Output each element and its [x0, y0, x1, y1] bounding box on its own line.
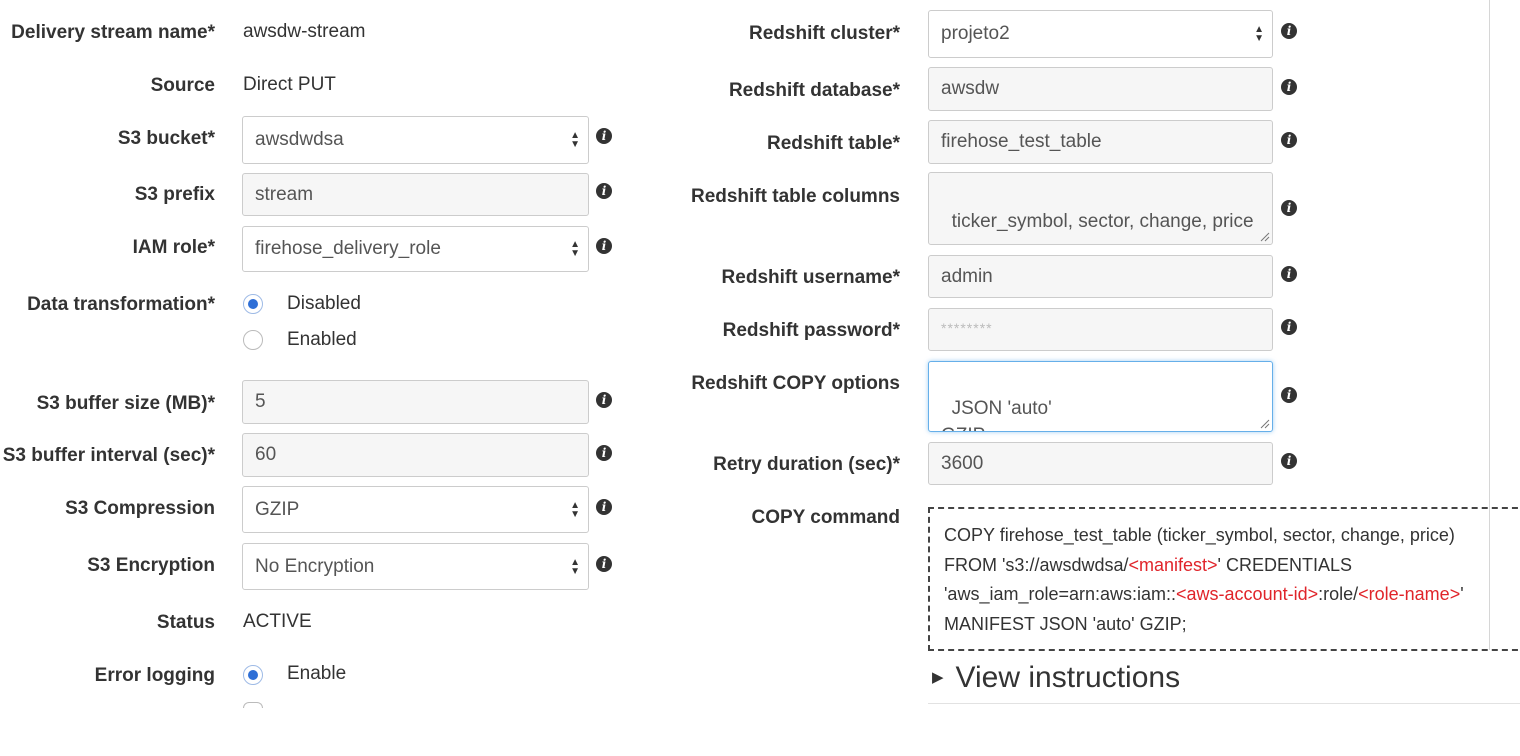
info-icon[interactable]: i — [1281, 266, 1297, 282]
select-arrows-icon: ▲ ▼ — [1254, 24, 1264, 44]
redshift-database-input-value: awsdw — [941, 78, 1000, 99]
redshift-table-label: Redshift table* — [766, 133, 900, 154]
info-icon[interactable]: i — [596, 238, 612, 254]
data-transformation-disabled-radio[interactable] — [243, 294, 263, 314]
copy-command-line: 'aws_iam_role=arn:aws:iam::<aws-account-… — [944, 584, 1464, 604]
redshift-cluster-select[interactable]: projeto2 ▲ ▼ — [928, 10, 1273, 58]
select-arrows-icon: ▲ ▼ — [570, 556, 580, 577]
s3-encryption-label: S3 Encryption — [87, 555, 215, 576]
info-icon[interactable]: i — [596, 183, 612, 199]
redshift-username-label: Redshift username* — [721, 267, 900, 288]
aws-account-id-placeholder: <aws-account-id> — [1176, 584, 1319, 604]
redshift-password-input-value: ******** — [941, 320, 993, 336]
redshift-copy-options-textarea[interactable]: JSON 'auto' GZIP — [928, 361, 1273, 432]
info-icon[interactable]: i — [1281, 387, 1297, 403]
s3-prefix-label: S3 prefix — [134, 184, 215, 205]
s3-bucket-label: S3 bucket* — [117, 128, 215, 149]
s3-buffer-size-input-value: 5 — [255, 391, 266, 412]
data-transformation-disabled-label: Disabled — [287, 293, 361, 314]
delivery-stream-name-value: awsdw-stream — [243, 21, 366, 42]
info-icon[interactable]: i — [596, 128, 612, 144]
info-icon[interactable]: i — [1281, 319, 1297, 335]
info-icon[interactable]: i — [1281, 453, 1297, 469]
info-icon[interactable]: i — [1281, 200, 1297, 216]
resize-handle-icon[interactable] — [1260, 232, 1270, 242]
copy-command-preview: COPY firehose_test_table (ticker_symbol,… — [928, 507, 1520, 651]
copy-command-label: COPY command — [751, 507, 900, 528]
redshift-copy-options-textarea-value: JSON 'auto' GZIP — [941, 398, 1052, 431]
manifest-placeholder: <manifest> — [1128, 554, 1218, 575]
retry-duration-input-value: 3600 — [941, 453, 984, 474]
s3-encryption-select[interactable]: No Encryption ▲ ▼ — [242, 543, 589, 590]
redshift-cluster-select-value: projeto2 — [941, 23, 1010, 44]
data-transformation-label: Data transformation* — [27, 294, 215, 315]
section-divider — [928, 703, 1520, 704]
error-logging-enable-radio[interactable] — [243, 665, 263, 685]
s3-buffer-size-label: S3 buffer size (MB)* — [36, 393, 215, 414]
redshift-password-input[interactable]: ******** — [928, 308, 1273, 351]
redshift-username-input-value: admin — [941, 266, 993, 287]
info-icon[interactable]: i — [596, 556, 612, 572]
iam-role-select[interactable]: firehose_delivery_role ▲ ▼ — [242, 226, 589, 272]
iam-role-label: IAM role* — [132, 237, 215, 258]
info-icon[interactable]: i — [1281, 132, 1297, 148]
panel-divider — [1489, 0, 1490, 650]
view-instructions-label: View instructions — [955, 661, 1181, 694]
info-icon[interactable]: i — [596, 445, 612, 461]
resize-handle-icon[interactable] — [1260, 419, 1270, 429]
caret-right-icon: ▶ — [932, 669, 944, 686]
source-value: Direct PUT — [243, 74, 336, 95]
s3-buffer-interval-input-value: 60 — [255, 444, 277, 465]
s3-bucket-select[interactable]: awsdwdsa ▲ ▼ — [242, 116, 589, 164]
s3-buffer-size-input[interactable]: 5 — [242, 380, 589, 424]
role-name-placeholder: <role-name> — [1358, 584, 1461, 604]
data-transformation-enabled-label: Enabled — [287, 329, 357, 350]
redshift-database-input[interactable]: awsdw — [928, 67, 1273, 111]
redshift-database-label: Redshift database* — [728, 80, 900, 101]
retry-duration-label: Retry duration (sec)* — [713, 454, 900, 475]
redshift-table-columns-label: Redshift table columns — [690, 186, 900, 207]
status-value: ACTIVE — [243, 611, 312, 632]
data-transformation-enabled-radio[interactable] — [243, 330, 263, 350]
redshift-table-input-value: firehose_test_table — [941, 131, 1102, 152]
redshift-copy-options-label: Redshift COPY options — [691, 373, 900, 394]
redshift-table-columns-textarea[interactable]: ticker_symbol, sector, change, price — [928, 172, 1273, 245]
s3-compression-label: S3 Compression — [65, 498, 215, 519]
s3-prefix-input-value: stream — [255, 184, 314, 205]
retry-duration-input[interactable]: 3600 — [928, 442, 1273, 485]
redshift-username-input[interactable]: admin — [928, 255, 1273, 298]
error-logging-label: Error logging — [94, 665, 215, 686]
s3-encryption-select-value: No Encryption — [255, 556, 375, 577]
error-logging-disable-radio[interactable] — [243, 702, 263, 708]
iam-role-select-value: firehose_delivery_role — [255, 238, 441, 259]
s3-prefix-input[interactable]: stream — [242, 173, 589, 216]
redshift-cluster-label: Redshift cluster* — [749, 23, 900, 44]
info-icon[interactable]: i — [1281, 23, 1297, 39]
select-arrows-icon: ▲ ▼ — [570, 130, 580, 150]
view-instructions-toggle[interactable]: ▶ View instructions — [932, 660, 1180, 696]
status-label: Status — [156, 612, 215, 633]
redshift-table-input[interactable]: firehose_test_table — [928, 120, 1273, 164]
copy-command-line: COPY firehose_test_table (ticker_symbol,… — [944, 525, 1455, 545]
s3-buffer-interval-input[interactable]: 60 — [242, 433, 589, 477]
copy-command-line: FROM 's3://awsdwdsa/<manifest>' CREDENTI… — [944, 554, 1353, 575]
source-label: Source — [150, 75, 215, 96]
s3-compression-select[interactable]: GZIP ▲ ▼ — [242, 486, 589, 533]
delivery-stream-name-label: Delivery stream name* — [11, 22, 215, 43]
select-arrows-icon: ▲ ▼ — [570, 499, 580, 520]
info-icon[interactable]: i — [596, 499, 612, 515]
info-icon[interactable]: i — [1281, 79, 1297, 95]
select-arrows-icon: ▲ ▼ — [570, 239, 580, 259]
redshift-password-label: Redshift password* — [722, 320, 900, 341]
s3-buffer-interval-label: S3 buffer interval (sec)* — [2, 445, 215, 466]
s3-compression-select-value: GZIP — [255, 499, 300, 520]
error-logging-enable-label: Enable — [287, 663, 347, 684]
info-icon[interactable]: i — [596, 392, 612, 408]
copy-command-line: MANIFEST JSON 'auto' GZIP; — [944, 613, 1187, 634]
redshift-table-columns-textarea-value: ticker_symbol, sector, change, price — [951, 211, 1254, 232]
s3-bucket-select-value: awsdwdsa — [255, 129, 344, 150]
